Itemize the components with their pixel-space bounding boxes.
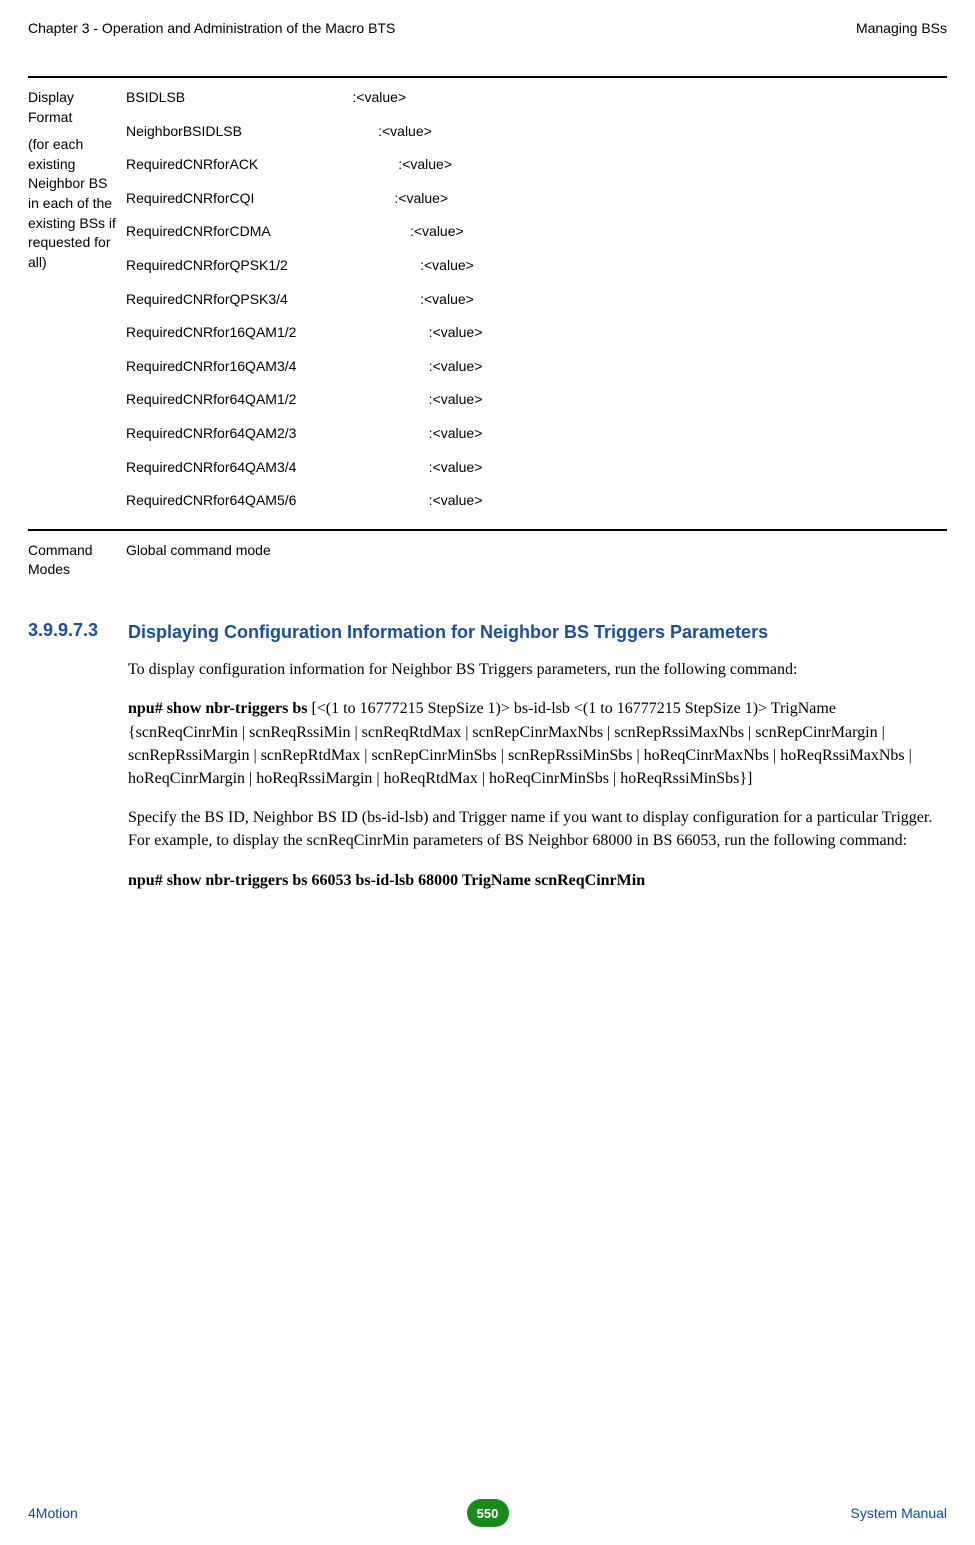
specify-paragraph: Specify the BS ID, Neighbor BS ID (bs-id… <box>128 806 947 852</box>
command-syntax-bold: npu# show nbr-triggers bs <box>128 700 307 717</box>
command-modes-value: Global command mode <box>126 541 947 580</box>
display-format-value: <value> <box>414 222 464 242</box>
display-format-row: RequiredCNRfor16QAM1/2 :<value> <box>126 323 947 343</box>
display-format-row: RequiredCNRforACK :<value> <box>126 155 947 175</box>
page: Chapter 3 - Operation and Administration… <box>0 0 975 1545</box>
display-format-key: BSIDLSB : <box>126 88 356 108</box>
page-header: Chapter 3 - Operation and Administration… <box>28 20 947 36</box>
display-format-row: RequiredCNRfor64QAM2/3 :<value> <box>126 424 947 444</box>
display-format-key: RequiredCNRforCDMA : <box>126 222 414 242</box>
display-format-key: RequiredCNRfor64QAM2/3 : <box>126 424 433 444</box>
intro-paragraph: To display configuration information for… <box>128 658 947 681</box>
display-format-value: <value> <box>356 88 406 108</box>
display-format-row: RequiredCNRfor16QAM3/4 :<value> <box>126 357 947 377</box>
display-format-row: RequiredCNRforCQI :<value> <box>126 189 947 209</box>
command-modes-label: Command Modes <box>28 541 126 580</box>
example-command-paragraph: npu# show nbr-triggers bs 66053 bs-id-ls… <box>128 869 947 892</box>
display-format-sublabel: (for each existing Neighbor BS in each o… <box>28 135 120 272</box>
display-format-value: <value> <box>402 155 452 175</box>
display-format-value: <value> <box>424 290 474 310</box>
display-format-key: RequiredCNRforQPSK3/4 : <box>126 290 424 310</box>
display-format-key: RequiredCNRfor16QAM3/4 : <box>126 357 433 377</box>
heading-title: Displaying Configuration Information for… <box>128 620 768 644</box>
display-format-label-col: Display Format (for each existing Neighb… <box>28 88 126 511</box>
display-format-label: Display Format <box>28 88 120 127</box>
display-format-key: NeighborBSIDLSB : <box>126 122 382 142</box>
display-format-content: BSIDLSB :<value>NeighborBSIDLSB :<value>… <box>126 88 947 511</box>
display-format-key: RequiredCNRfor64QAM3/4 : <box>126 458 433 478</box>
header-right: Managing BSs <box>856 20 947 36</box>
display-format-row: NeighborBSIDLSB :<value> <box>126 122 947 142</box>
display-format-value: <value> <box>433 357 483 377</box>
display-format-row: RequiredCNRforQPSK1/2 :<value> <box>126 256 947 276</box>
section-heading: 3.9.9.7.3 Displaying Configuration Infor… <box>28 620 947 644</box>
page-footer: 4Motion 550 System Manual <box>28 1505 947 1521</box>
footer-page-number: 550 <box>467 1499 509 1527</box>
display-format-value: <value> <box>398 189 448 209</box>
display-format-key: RequiredCNRforCQI : <box>126 189 398 209</box>
display-format-row: RequiredCNRforQPSK3/4 :<value> <box>126 290 947 310</box>
display-format-row: BSIDLSB :<value> <box>126 88 947 108</box>
command-modes-section: Command Modes Global command mode <box>28 529 947 580</box>
display-format-value: <value> <box>433 424 483 444</box>
display-format-value: <value> <box>433 390 483 410</box>
footer-manual: System Manual <box>851 1505 947 1521</box>
display-format-value: <value> <box>424 256 474 276</box>
header-left: Chapter 3 - Operation and Administration… <box>28 20 395 36</box>
example-command-bold: npu# show nbr-triggers bs 66053 bs-id-ls… <box>128 872 645 889</box>
display-format-key: RequiredCNRfor64QAM5/6 : <box>126 491 433 511</box>
display-format-row: RequiredCNRfor64QAM5/6 :<value> <box>126 491 947 511</box>
display-format-key: RequiredCNRfor16QAM1/2 : <box>126 323 433 343</box>
display-format-value: <value> <box>433 458 483 478</box>
display-format-key: RequiredCNRforQPSK1/2 : <box>126 256 424 276</box>
display-format-value: <value> <box>433 323 483 343</box>
display-format-key: RequiredCNRfor64QAM1/2 : <box>126 390 433 410</box>
display-format-value: <value> <box>382 122 432 142</box>
display-format-row: RequiredCNRfor64QAM1/2 :<value> <box>126 390 947 410</box>
command-syntax-paragraph: npu# show nbr-triggers bs [<(1 to 167772… <box>128 697 947 790</box>
display-format-section: Display Format (for each existing Neighb… <box>28 76 947 511</box>
footer-product: 4Motion <box>28 1505 78 1521</box>
display-format-row: RequiredCNRfor64QAM3/4 :<value> <box>126 458 947 478</box>
display-format-row: RequiredCNRforCDMA :<value> <box>126 222 947 242</box>
display-format-key: RequiredCNRforACK : <box>126 155 402 175</box>
heading-number: 3.9.9.7.3 <box>28 620 128 641</box>
display-format-value: <value> <box>433 491 483 511</box>
